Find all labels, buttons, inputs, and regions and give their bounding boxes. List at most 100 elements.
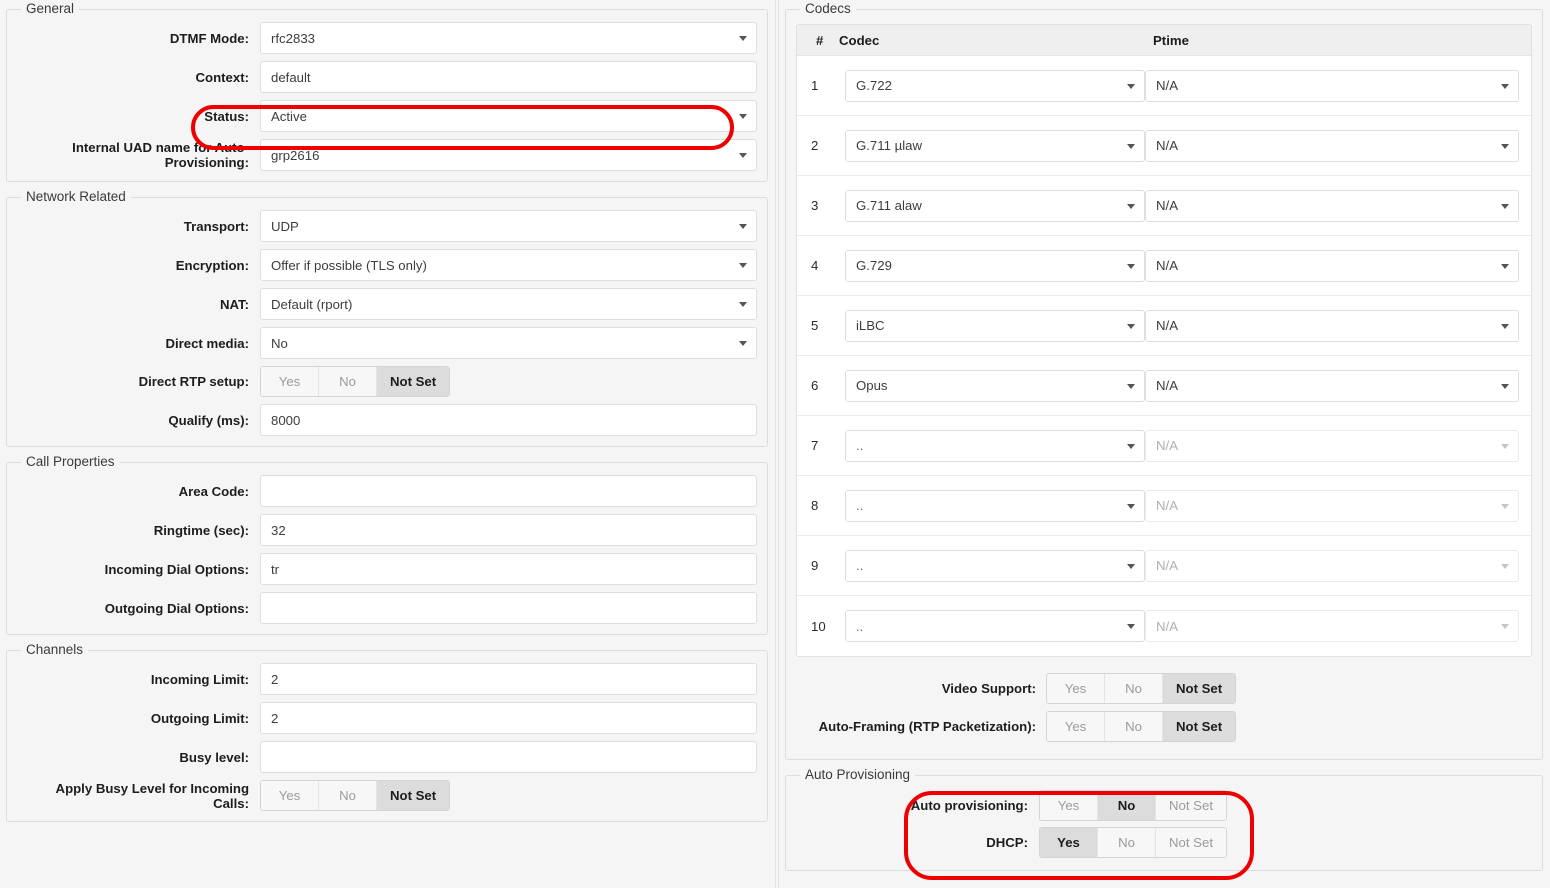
- field-incoming-dial-options-label: Incoming Dial Options:: [17, 562, 260, 577]
- table-row: 10..N/A: [797, 596, 1531, 656]
- ptime-select[interactable]: N/A: [1145, 70, 1519, 102]
- panel-general: General DTMF Mode: rfc2833 Context: defa…: [6, 2, 768, 182]
- outgoing-limit-input[interactable]: 2: [260, 702, 757, 734]
- incoming-dial-options-input[interactable]: tr: [260, 553, 757, 585]
- field-transport: Transport: UDP: [17, 210, 757, 242]
- chevron-down-icon: [1127, 624, 1135, 629]
- ringtime-input[interactable]: 32: [260, 514, 757, 546]
- codec-cell: G.711 µlaw: [845, 130, 1145, 162]
- chevron-down-icon: [739, 341, 747, 346]
- apply-busy-level-not-set[interactable]: Not Set: [377, 781, 449, 810]
- dhcp-toggle[interactable]: Yes No Not Set: [1039, 827, 1227, 858]
- auto-provisioning-no[interactable]: No: [1098, 791, 1156, 820]
- nat-select[interactable]: Default (rport): [260, 288, 757, 320]
- field-video-support-label: Video Support:: [796, 681, 1046, 696]
- status-value: Active: [271, 109, 307, 124]
- chevron-down-icon: [1501, 84, 1509, 89]
- dhcp-not-set[interactable]: Not Set: [1156, 828, 1226, 857]
- field-auto-provisioning-label: Auto provisioning:: [796, 798, 1039, 813]
- auto-framing-yes[interactable]: Yes: [1047, 712, 1105, 741]
- status-select[interactable]: Active: [260, 100, 757, 132]
- transport-select[interactable]: UDP: [260, 210, 757, 242]
- codec-select[interactable]: ..: [845, 610, 1145, 642]
- codec-select-value: G.729: [856, 258, 892, 273]
- auto-provisioning-toggle[interactable]: Yes No Not Set: [1039, 790, 1227, 821]
- ptime-select: N/A: [1145, 610, 1519, 642]
- video-support-no[interactable]: No: [1105, 674, 1163, 703]
- codec-select[interactable]: ..: [845, 490, 1145, 522]
- chevron-down-icon: [1127, 84, 1135, 89]
- field-direct-media-label: Direct media:: [17, 336, 260, 351]
- right-column: Codecs # Codec Ptime 1G.722N/A2G.711 µla…: [779, 0, 1550, 871]
- ptime-select[interactable]: N/A: [1145, 190, 1519, 222]
- apply-busy-level-yes[interactable]: Yes: [261, 781, 319, 810]
- direct-rtp-setup-not-set[interactable]: Not Set: [377, 367, 449, 396]
- outgoing-dial-options-input[interactable]: [260, 592, 757, 624]
- apply-busy-level-no[interactable]: No: [319, 781, 377, 810]
- codec-select[interactable]: G.722: [845, 70, 1145, 102]
- column-header-codec: Codec: [839, 33, 1153, 48]
- qualify-ms-input[interactable]: 8000: [260, 404, 757, 436]
- dtmf-mode-select[interactable]: rfc2833: [260, 22, 757, 54]
- video-support-not-set[interactable]: Not Set: [1163, 674, 1235, 703]
- video-support-yes[interactable]: Yes: [1047, 674, 1105, 703]
- ptime-cell: N/A: [1145, 130, 1531, 162]
- codec-select[interactable]: G.711 µlaw: [845, 130, 1145, 162]
- incoming-limit-input[interactable]: 2: [260, 663, 757, 695]
- table-row: 1G.722N/A: [797, 56, 1531, 116]
- codec-cell: ..: [845, 610, 1145, 642]
- field-internal-uad-name-label: Internal UAD name for Auto-Provisioning:: [17, 140, 260, 170]
- table-row: 7..N/A: [797, 416, 1531, 476]
- codec-select[interactable]: Opus: [845, 370, 1145, 402]
- field-outgoing-dial-options-label: Outgoing Dial Options:: [17, 601, 260, 616]
- busy-level-input[interactable]: [260, 741, 757, 773]
- dhcp-yes[interactable]: Yes: [1040, 828, 1098, 857]
- field-ringtime-label: Ringtime (sec):: [17, 523, 260, 538]
- field-direct-media: Direct media: No: [17, 327, 757, 359]
- field-transport-label: Transport:: [17, 219, 260, 234]
- context-value: default: [271, 70, 311, 85]
- codec-select-value: Opus: [856, 378, 888, 393]
- codec-select[interactable]: ..: [845, 550, 1145, 582]
- auto-framing-toggle[interactable]: Yes No Not Set: [1046, 711, 1236, 742]
- chevron-down-icon: [1501, 504, 1509, 509]
- direct-rtp-setup-no[interactable]: No: [319, 367, 377, 396]
- dhcp-no[interactable]: No: [1098, 828, 1156, 857]
- direct-media-select[interactable]: No: [260, 327, 757, 359]
- ptime-select[interactable]: N/A: [1145, 130, 1519, 162]
- internal-uad-name-select[interactable]: grp2616: [260, 139, 757, 171]
- codec-cell: Opus: [845, 370, 1145, 402]
- auto-framing-not-set[interactable]: Not Set: [1163, 712, 1235, 741]
- codec-row-number: 6: [797, 378, 845, 393]
- ptime-select-value: N/A: [1156, 558, 1178, 573]
- direct-rtp-setup-toggle[interactable]: Yes No Not Set: [260, 366, 450, 397]
- ptime-select[interactable]: N/A: [1145, 250, 1519, 282]
- ptime-cell: N/A: [1145, 70, 1531, 102]
- encryption-select[interactable]: Offer if possible (TLS only): [260, 249, 757, 281]
- codec-select[interactable]: ..: [845, 430, 1145, 462]
- ringtime-value: 32: [271, 523, 286, 538]
- ptime-select-value: N/A: [1156, 78, 1178, 93]
- ptime-select[interactable]: N/A: [1145, 370, 1519, 402]
- auto-provisioning-not-set[interactable]: Not Set: [1156, 791, 1226, 820]
- field-encryption: Encryption: Offer if possible (TLS only): [17, 249, 757, 281]
- direct-media-value: No: [271, 336, 288, 351]
- auto-framing-no[interactable]: No: [1105, 712, 1163, 741]
- codec-select[interactable]: G.711 alaw: [845, 190, 1145, 222]
- direct-rtp-setup-yes[interactable]: Yes: [261, 367, 319, 396]
- chevron-down-icon: [1127, 144, 1135, 149]
- area-code-input[interactable]: [260, 475, 757, 507]
- codec-select[interactable]: G.729: [845, 250, 1145, 282]
- panel-codecs: Codecs # Codec Ptime 1G.722N/A2G.711 µla…: [785, 2, 1543, 760]
- apply-busy-level-toggle[interactable]: Yes No Not Set: [260, 780, 450, 811]
- panel-network-related: Network Related Transport: UDP Encryptio…: [6, 190, 768, 447]
- panel-call-properties: Call Properties Area Code: Ringtime (sec…: [6, 455, 768, 635]
- codec-cell: ..: [845, 490, 1145, 522]
- context-input[interactable]: default: [260, 61, 757, 93]
- chevron-down-icon: [1127, 324, 1135, 329]
- ptime-select[interactable]: N/A: [1145, 310, 1519, 342]
- codec-select[interactable]: iLBC: [845, 310, 1145, 342]
- ptime-select-value: N/A: [1156, 378, 1178, 393]
- video-support-toggle[interactable]: Yes No Not Set: [1046, 673, 1236, 704]
- auto-provisioning-yes[interactable]: Yes: [1040, 791, 1098, 820]
